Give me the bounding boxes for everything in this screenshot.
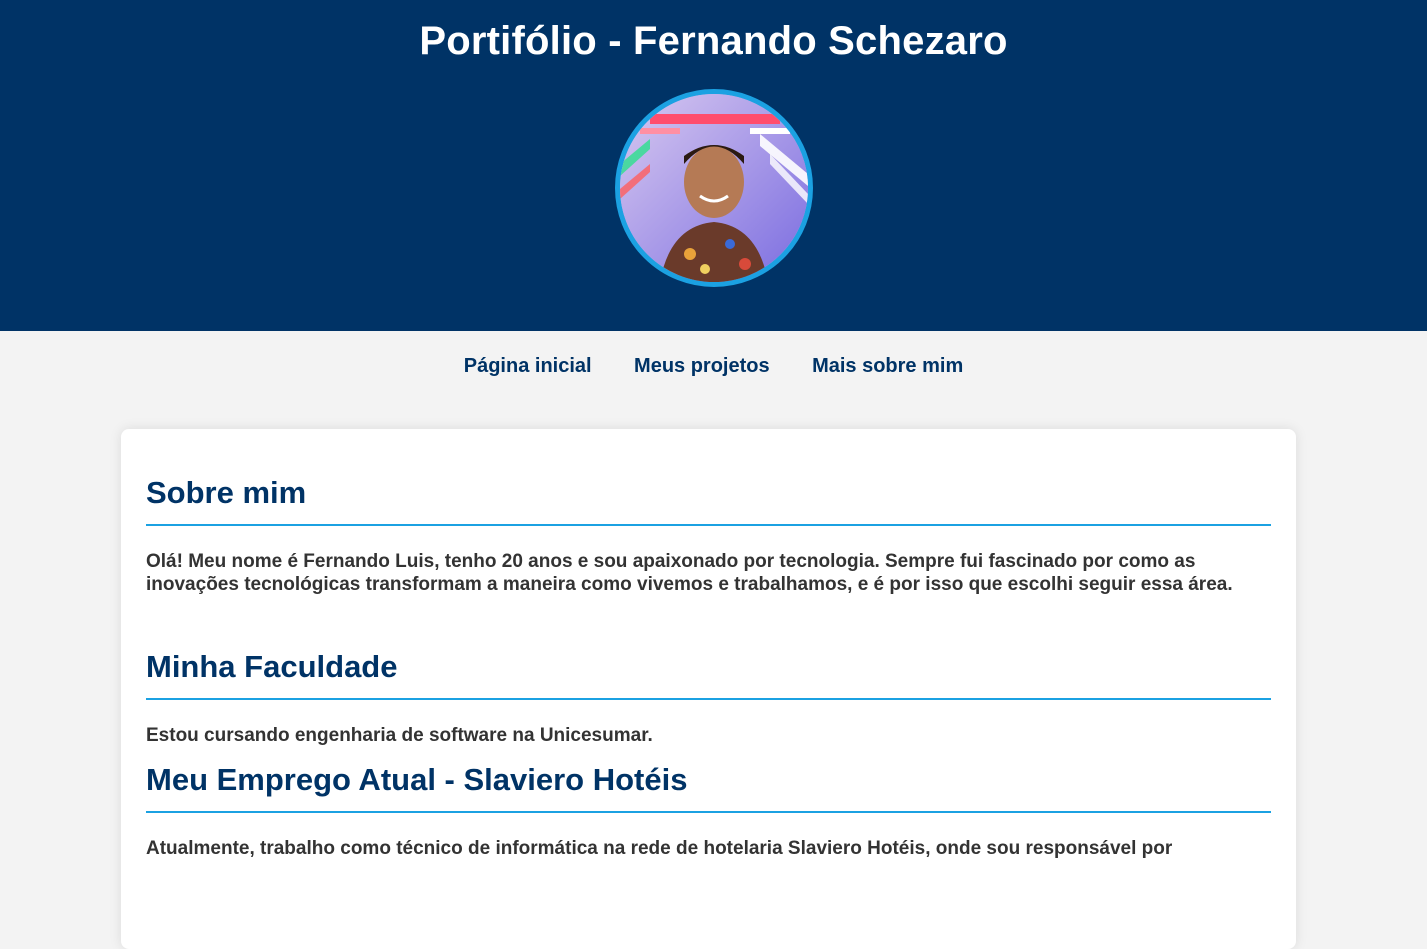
section-title: Sobre mim: [146, 474, 1271, 526]
profile-photo-icon: [619, 94, 808, 282]
content-card: Sobre mim Olá! Meu nome é Fernando Luis,…: [121, 429, 1296, 949]
section-text: Olá! Meu nome é Fernando Luis, tenho 20 …: [146, 551, 1233, 595]
section-title: Minha Faculdade: [146, 648, 1271, 700]
section-title: Meu Emprego Atual - Slaviero Hotéis: [146, 761, 1271, 813]
site-title: Portifólio - Fernando Schezaro: [419, 19, 1008, 63]
section-text: Atualmente, trabalho como técnico de inf…: [146, 838, 1173, 859]
nav-link-projects[interactable]: Meus projetos: [634, 355, 770, 378]
nav-link-about[interactable]: Mais sobre mim: [812, 355, 963, 378]
nav-link-home[interactable]: Página inicial: [464, 355, 592, 378]
college-section: Minha Faculdade Estou cursando engenhari…: [146, 648, 1271, 747]
job-section: Meu Emprego Atual - Slaviero Hotéis Atua…: [146, 761, 1271, 860]
profile-avatar: [614, 89, 813, 287]
main-nav: Página inicial Meus projetos Mais sobre …: [0, 331, 1427, 429]
site-header: Portifólio - Fernando Schezaro: [0, 0, 1427, 331]
section-text: Estou cursando engenharia de software na…: [146, 725, 653, 746]
about-section: Sobre mim Olá! Meu nome é Fernando Luis,…: [146, 474, 1271, 596]
